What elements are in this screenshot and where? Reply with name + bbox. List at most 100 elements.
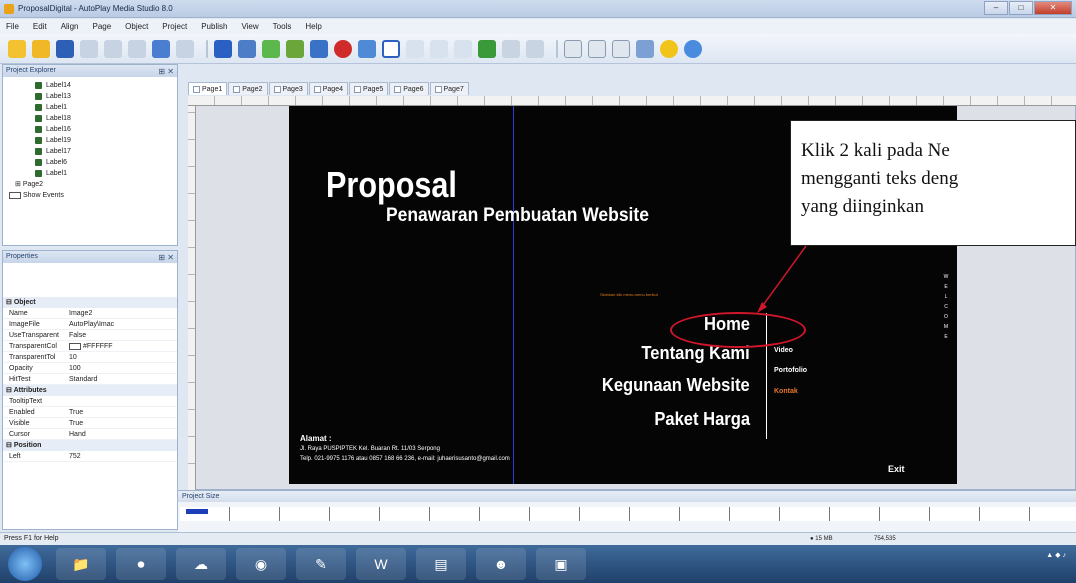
category-attributes[interactable]: ⊟ Attributes [3,385,177,396]
menu-edit[interactable]: Edit [33,22,47,31]
menu-publish[interactable]: Publish [201,22,227,31]
panel-pin-icon[interactable]: ⊞ ✕ [158,252,174,264]
prop-value[interactable]: 100 [65,363,177,373]
menu-project[interactable]: Project [162,22,187,31]
autoplay-taskbar-icon[interactable]: ☻ [476,548,526,580]
chat-taskbar-icon[interactable]: ☁ [176,548,226,580]
category-position[interactable]: ⊟ Position [3,440,177,451]
image-object-icon[interactable] [286,39,304,58]
category-object[interactable]: ⊟ Object [3,297,177,308]
menu-help[interactable]: Help [305,22,321,31]
redo-icon[interactable] [176,39,194,58]
prop-row[interactable]: ImageFile AutoPlay\Imac [3,319,177,330]
address-title[interactable]: Alamat : [300,434,332,443]
color-swatch[interactable] [69,342,81,350]
prop-row[interactable]: Enabled True [3,407,177,418]
flash-object-icon[interactable] [310,39,328,58]
preview-icon[interactable] [660,39,678,58]
expand-icon[interactable]: ⊞ [15,179,23,190]
tree-item-label[interactable]: Label19 [3,135,177,146]
stage-hint[interactable]: Silahkan klik menu-menu berikut [600,292,658,297]
help-icon[interactable] [684,39,702,58]
address-line1[interactable]: Jl. Raya PUSPIPTEK Kel. Buaran Rt. 11/03… [300,446,440,452]
menu-tools[interactable]: Tools [273,22,292,31]
tab-page7[interactable]: Page7 [429,82,469,95]
page-properties-icon[interactable] [588,39,606,58]
save-icon[interactable] [56,39,74,58]
prop-value[interactable]: #FFFFFF [65,341,177,351]
tab-page6[interactable]: Page6 [389,82,429,95]
guide-line[interactable] [513,106,514,484]
welcome-vertical-text[interactable]: WELCOME [942,272,950,342]
progress-object-icon[interactable] [478,39,496,58]
prop-row[interactable]: Opacity 100 [3,363,177,374]
hotspot-object-icon[interactable] [406,39,424,58]
listbox-object-icon[interactable] [430,39,448,58]
new-page-icon[interactable] [564,39,582,58]
stage-heading[interactable]: Proposal [326,164,457,206]
tree-object-icon[interactable] [502,39,520,58]
tree-item-label[interactable]: Label6 [3,157,177,168]
copy-icon[interactable] [104,39,122,58]
winrar-taskbar-icon[interactable]: ▤ [416,548,466,580]
prop-value[interactable]: True [65,418,177,428]
prop-row[interactable]: TransparentTol 10 [3,352,177,363]
start-button[interactable] [8,547,42,581]
tree-item-label[interactable]: Label16 [3,124,177,135]
prop-value[interactable]: True [65,407,177,417]
build-icon[interactable] [636,39,654,58]
prop-value[interactable]: 10 [65,352,177,362]
tab-page3[interactable]: Page3 [268,82,308,95]
prop-row[interactable]: TransparentCol #FFFFFF [3,341,177,352]
stage-subheading[interactable]: Penawaran Pembuatan Website [386,205,649,227]
combobox-object-icon[interactable] [454,39,472,58]
prop-value[interactable]: 752 [65,451,177,461]
menu-object[interactable]: Object [125,22,148,31]
tab-page4[interactable]: Page4 [308,82,348,95]
prop-value[interactable]: AutoPlay\Imac [65,319,177,329]
submenu-kontak[interactable]: Kontak [774,388,798,395]
button-object-icon[interactable] [214,39,232,58]
tab-page2[interactable]: Page2 [228,82,268,95]
explorer-taskbar-icon[interactable]: 📁 [56,548,106,580]
exit-button[interactable]: Exit [888,464,905,474]
menu-kegunaan-website[interactable]: Kegunaan Website [602,375,750,396]
close-button[interactable]: ✕ [1034,1,1072,15]
tree-item-label[interactable]: Label13 [3,91,177,102]
checkbox-icon[interactable] [9,192,21,199]
open-folder-icon[interactable] [32,39,50,58]
submenu-video[interactable]: Video [774,347,793,354]
submenu-portofolio[interactable]: Portofolio [774,367,807,374]
menu-view[interactable]: View [241,22,258,31]
prop-row[interactable]: Name Image2 [3,308,177,319]
web-object-icon[interactable] [358,39,376,58]
minimize-button[interactable]: – [984,1,1008,15]
zoom-icon[interactable] [526,39,544,58]
tab-page5[interactable]: Page5 [349,82,389,95]
prop-row[interactable]: Cursor Hand [3,429,177,440]
prop-row[interactable]: TooltipText [3,396,177,407]
prop-value[interactable] [65,396,177,406]
prop-value[interactable]: Hand [65,429,177,439]
media-taskbar-icon[interactable]: ⏺ [116,548,166,580]
maximize-button[interactable]: □ [1009,1,1033,15]
prop-row[interactable]: UseTransparent False [3,330,177,341]
paste-icon[interactable] [128,39,146,58]
prop-row[interactable]: Visible True [3,418,177,429]
prop-row[interactable]: Left 752 [3,451,177,462]
label-object-icon[interactable] [238,39,256,58]
paragraph-object-icon[interactable] [262,39,280,58]
menu-page[interactable]: Page [92,22,111,31]
address-line2[interactable]: Telp. 021-9975 1176 atau 0857 168 66 236… [300,456,510,462]
undo-icon[interactable] [152,39,170,58]
show-events-checkbox[interactable]: Show Events [3,190,177,201]
prop-row[interactable]: HitTest Standard [3,374,177,385]
tree-item-label[interactable]: Label1 [3,102,177,113]
dialog-icon[interactable] [612,39,630,58]
menu-align[interactable]: Align [61,22,79,31]
app-taskbar-icon[interactable]: ✎ [296,548,346,580]
tree-item-label[interactable]: Label18 [3,113,177,124]
window-taskbar-icon[interactable]: ▣ [536,548,586,580]
prop-value[interactable]: False [65,330,177,340]
tree-item-label[interactable]: Label14 [3,80,177,91]
